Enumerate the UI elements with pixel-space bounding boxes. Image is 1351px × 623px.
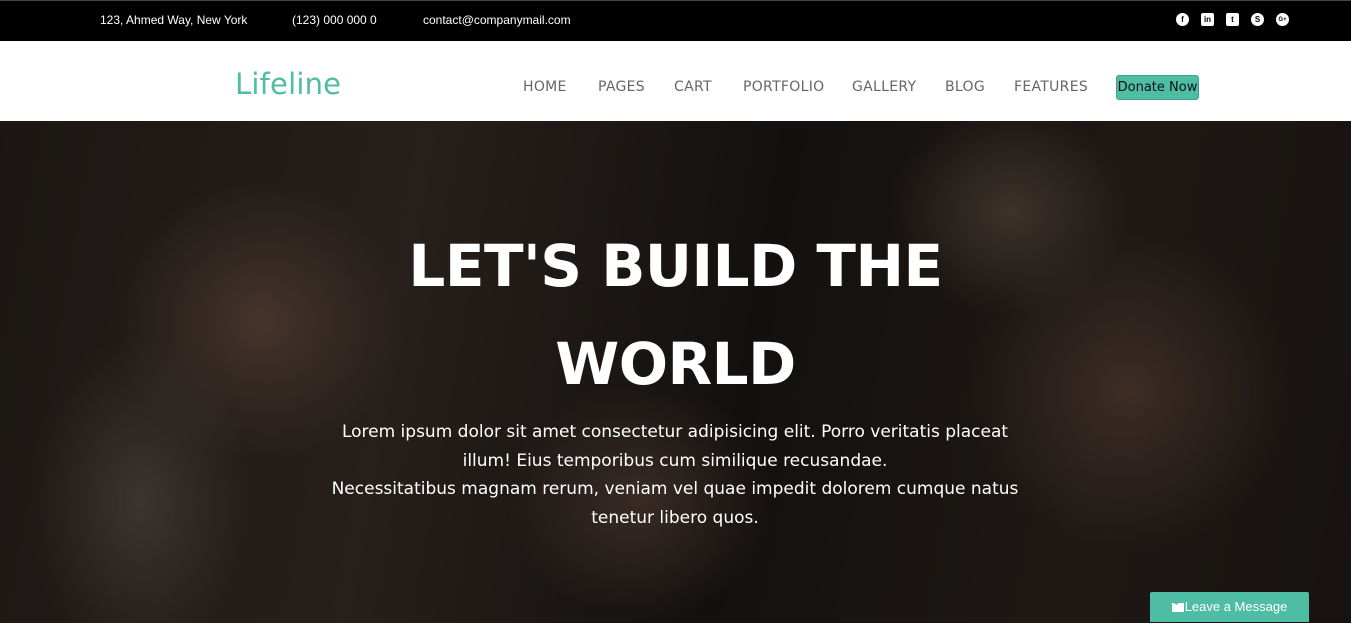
main-navbar: Lifeline HOME PAGES CART PORTFOLIO GALLE… [0, 41, 1351, 121]
nav-item-features[interactable]: FEATURES [1014, 79, 1088, 95]
nav-item-blog[interactable]: BLOG [945, 79, 985, 95]
site-logo[interactable]: Lifeline [235, 67, 341, 101]
phone-text: (123) 000 000 0 [292, 13, 377, 27]
leave-message-label: Leave a Message [1184, 599, 1288, 614]
nav-item-cart[interactable]: CART [674, 79, 712, 95]
google-plus-icon[interactable]: G+ [1276, 13, 1289, 26]
hero-text-line-3: Necessitatibus magnam rerum, veniam vel … [331, 479, 1019, 499]
hero-description: Lorem ipsum dolor sit amet consectetur a… [330, 418, 1020, 532]
hero-text-line-1: Lorem ipsum dolor sit amet consectetur a… [341, 422, 1009, 442]
nav-item-pages[interactable]: PAGES [598, 79, 645, 95]
linkedin-icon[interactable]: in [1201, 13, 1214, 26]
hero-text-line-4: tenetur libero quos. [591, 507, 759, 528]
hero-title: LET'S BUILD THE WORLD [0, 217, 1351, 413]
social-links: f in t S G+ [1176, 13, 1289, 26]
skype-icon[interactable]: S [1251, 13, 1264, 26]
leave-message-button[interactable]: Leave a Message [1150, 592, 1309, 622]
twitter-icon[interactable]: t [1226, 13, 1239, 26]
nav-item-home[interactable]: HOME [523, 79, 567, 95]
nav-item-portfolio[interactable]: PORTFOLIO [743, 79, 824, 95]
envelope-icon [1171, 603, 1184, 612]
address-text: 123, Ahmed Way, New York [100, 13, 248, 27]
hero-title-line-1: LET'S BUILD THE [408, 232, 943, 300]
facebook-icon[interactable]: f [1176, 13, 1189, 26]
hero-banner: LET'S BUILD THE WORLD Lorem ipsum dolor … [0, 121, 1351, 623]
hero-title-line-2: WORLD [555, 330, 796, 398]
hero-text-line-2: illum! Eius temporibus cum similique rec… [462, 450, 888, 471]
top-info-bar: 123, Ahmed Way, New York (123) 000 000 0… [0, 0, 1351, 41]
email-link[interactable]: contact@companymail.com [423, 13, 571, 27]
donate-now-button[interactable]: Donate Now [1116, 75, 1199, 100]
nav-item-gallery[interactable]: GALLERY [852, 79, 916, 95]
